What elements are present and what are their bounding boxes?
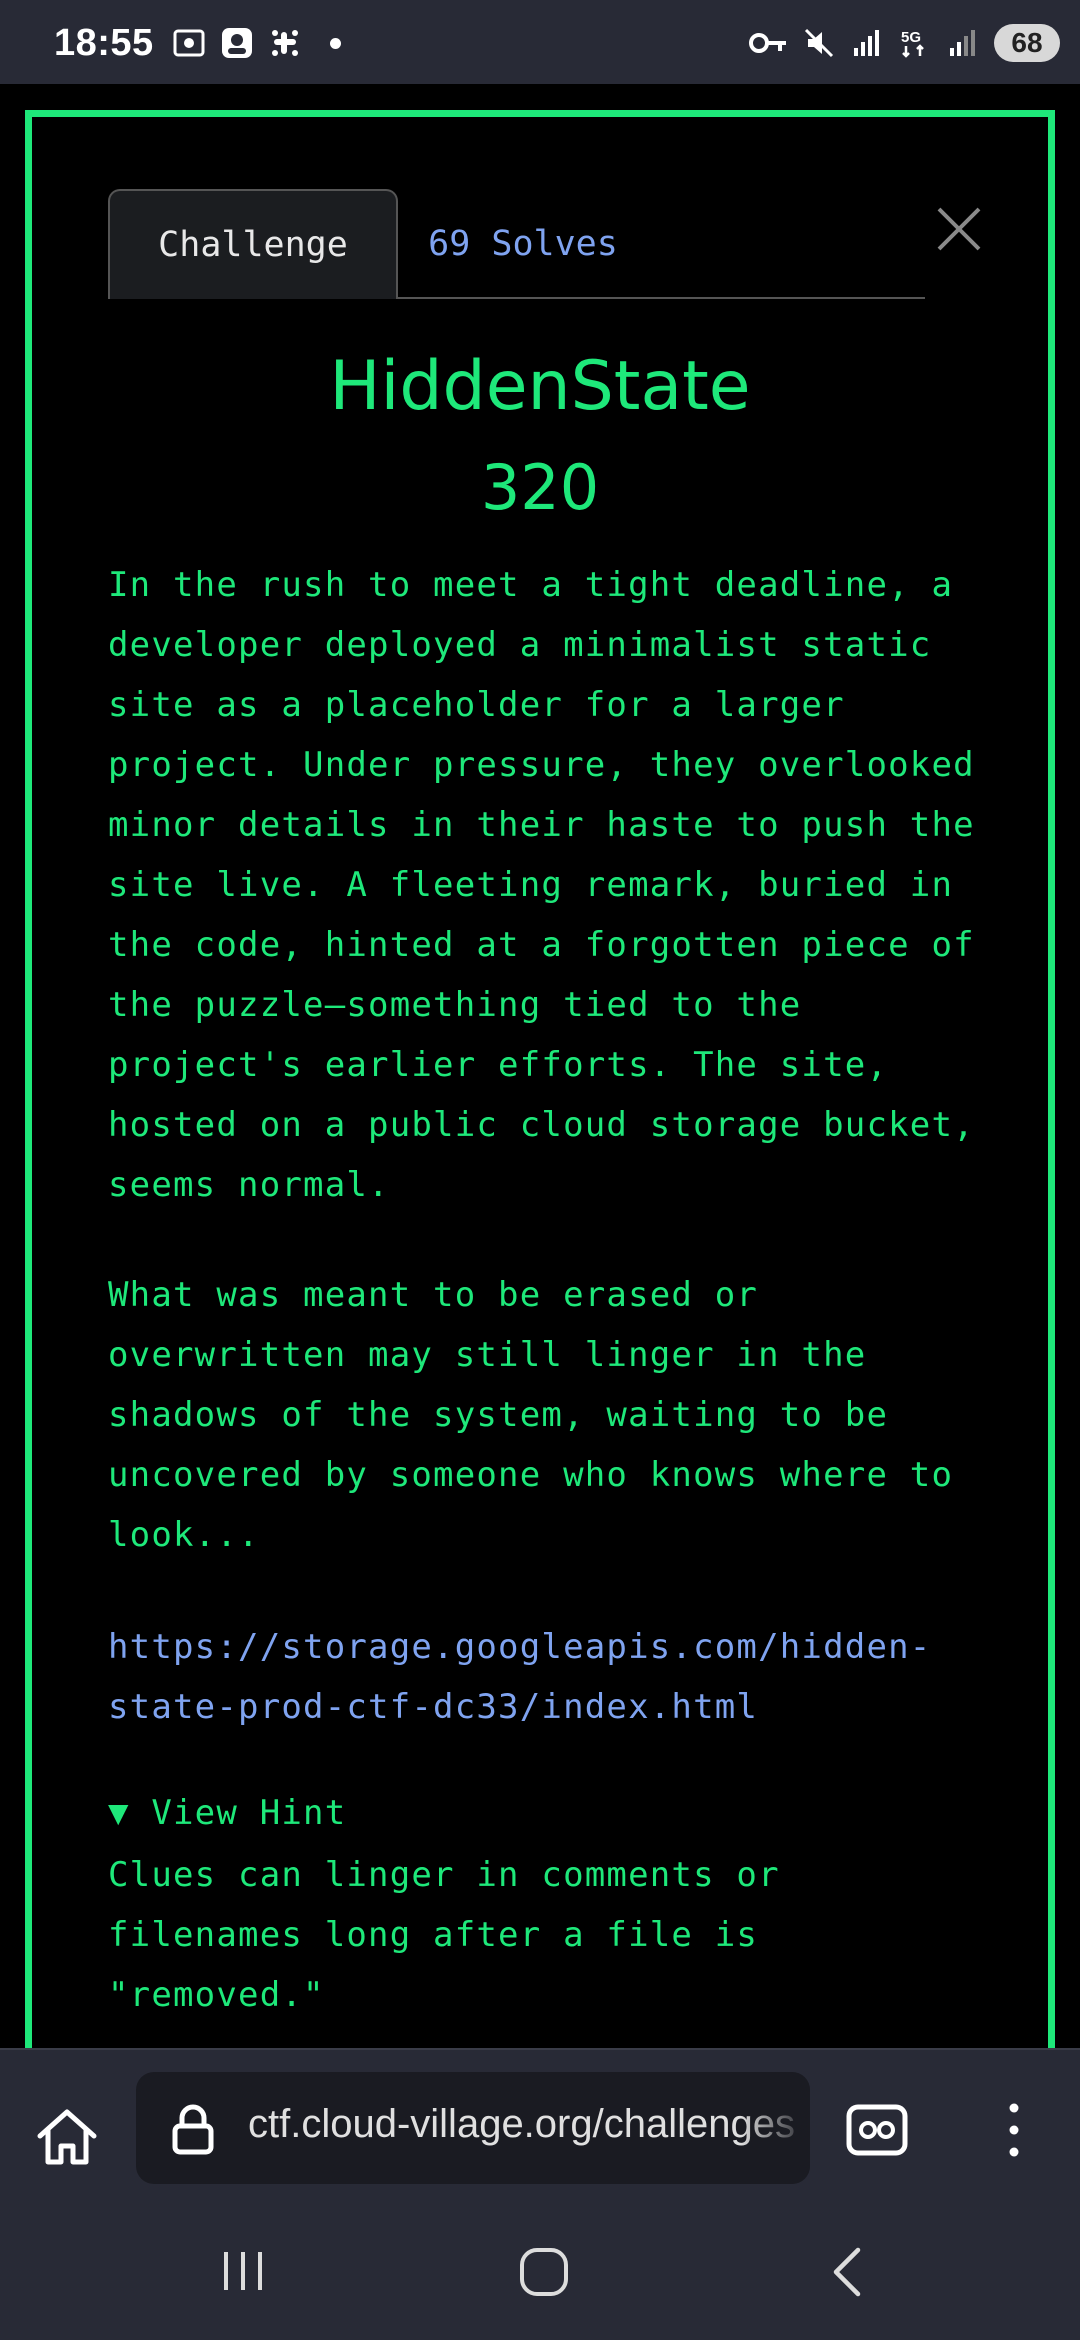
status-time: 18:55 xyxy=(54,22,154,64)
challenge-title: HiddenState xyxy=(329,347,751,426)
slack-icon xyxy=(272,30,298,56)
app-icon xyxy=(222,28,252,58)
challenge-description-paragraph-1: In the rush to meet a tight deadline, a … xyxy=(108,565,975,1205)
challenge-link[interactable]: https://storage.googleapis.com/hidden- s… xyxy=(108,1617,1008,1737)
nav-home-icon[interactable] xyxy=(518,2246,570,2298)
page-content: Challenge 69 Solves HiddenState 320 In t… xyxy=(0,84,1080,2048)
svg-text:5G: 5G xyxy=(901,29,921,46)
browser-toolbar: ctf.cloud-village.org/challenges xyxy=(0,2048,1080,2198)
incognito-tabs-icon[interactable] xyxy=(846,2104,908,2156)
recent-apps-icon[interactable] xyxy=(218,2248,268,2294)
url-text: ctf.cloud-village.org/challenges xyxy=(248,2102,795,2146)
tab-solves[interactable]: 69 Solves xyxy=(398,189,648,299)
back-icon[interactable] xyxy=(826,2244,866,2300)
address-bar[interactable]: ctf.cloud-village.org/challenges xyxy=(136,2072,810,2184)
modal-tabs: Challenge 69 Solves xyxy=(108,189,925,299)
signal-r-icon xyxy=(854,30,879,56)
challenge-points: 320 xyxy=(480,451,600,524)
home-icon[interactable] xyxy=(32,2102,102,2172)
status-bar: 18:55 5G 68 xyxy=(0,0,1080,84)
close-icon[interactable] xyxy=(927,197,991,261)
lock-icon xyxy=(172,2104,214,2155)
view-hint-toggle[interactable]: ▼ View Hint xyxy=(108,1783,346,1843)
challenge-description-paragraph-2: What was meant to be erased or overwritt… xyxy=(108,1275,954,1555)
vpn-key-icon xyxy=(749,33,786,53)
challenge-modal: Challenge 69 Solves HiddenState 320 In t… xyxy=(25,110,1055,2048)
screenshot-icon xyxy=(173,29,205,57)
tab-challenge[interactable]: Challenge xyxy=(108,189,398,299)
mute-icon xyxy=(804,28,834,58)
signal-icon xyxy=(950,30,975,56)
notification-dot xyxy=(330,37,341,49)
hint-text: Clues can linger in comments or filename… xyxy=(108,1855,780,2015)
battery-indicator: 68 xyxy=(994,24,1060,62)
system-navigation-bar xyxy=(0,2198,1080,2340)
more-options-icon[interactable] xyxy=(1000,2098,1028,2162)
status-right-icons: 5G 68 xyxy=(748,24,1060,62)
5g-icon: 5G xyxy=(901,29,924,58)
status-left-icons xyxy=(172,26,341,60)
